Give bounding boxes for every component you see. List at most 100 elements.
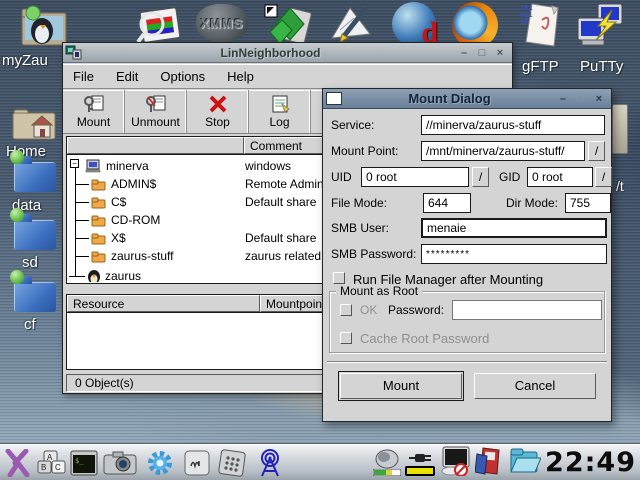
menu-help[interactable]: Help (227, 69, 254, 84)
power-plug-icon (407, 450, 433, 466)
dialog-maximize-button[interactable]: □ (575, 93, 587, 105)
mount-toolbar-button[interactable]: Mount (63, 90, 125, 133)
mounted-header-resource[interactable]: Resource (67, 295, 260, 312)
desktop-icon-dillo[interactable]: d (392, 2, 436, 46)
tree-comment-minerva: windows (245, 159, 291, 173)
share-folder-icon (91, 250, 107, 263)
dir-mode-input[interactable] (565, 193, 611, 213)
desktop-icon-myzaurus-label[interactable]: myZau (2, 52, 48, 69)
log-toolbar-button[interactable]: Log (249, 90, 311, 133)
dialog-close-button[interactable]: × (593, 93, 605, 105)
desktop-icon-gftp[interactable]: 101 011 10 (518, 2, 562, 51)
keypad-icon (217, 449, 247, 477)
taskbar-input-key-button[interactable] (182, 448, 212, 478)
desktop-icon-sd-label[interactable]: sd (22, 254, 38, 271)
taskbar-terminal-button[interactable]: $_ (69, 448, 99, 478)
desktop-icon-home[interactable] (12, 102, 58, 145)
linneighborhood-titlebar[interactable]: LinNeighborhood – □ × (63, 43, 512, 63)
stop-toolbar-button[interactable]: Stop (187, 90, 249, 133)
tree-row-minerva[interactable]: minerva (85, 157, 149, 175)
mount-button[interactable]: Mount (340, 373, 462, 399)
close-button[interactable]: × (494, 47, 506, 59)
root-password-input[interactable] (452, 300, 602, 320)
files-indicator[interactable] (507, 446, 541, 479)
share-folder-icon (91, 214, 107, 227)
share-folder-icon (91, 232, 107, 245)
tree-row-admin[interactable]: ADMIN$ (91, 175, 156, 193)
dialog-menu-button[interactable] (326, 92, 342, 105)
tree-expander-minus[interactable]: − (70, 159, 79, 168)
card-indicator[interactable] (475, 446, 503, 479)
root-ok-checkbox[interactable] (340, 304, 352, 316)
desktop-icon-cf-label[interactable]: cf (24, 316, 36, 333)
clock[interactable]: 22:49 (545, 447, 636, 478)
desktop-icon-cf[interactable] (14, 282, 56, 312)
smb-user-label: SMB User: (331, 221, 389, 235)
unmount-toolbar-label: Unmount (131, 115, 180, 129)
tree-row-zaurus[interactable]: zaurus (87, 267, 141, 282)
taskbar-settings-button[interactable] (141, 448, 179, 478)
uid-browse-button[interactable]: / (472, 167, 489, 187)
abc-keys-icon: A B C (36, 449, 66, 477)
file-mode-input[interactable] (423, 193, 471, 213)
service-input[interactable] (421, 115, 605, 135)
smb-password-input[interactable] (421, 244, 607, 264)
putty-icon (576, 2, 624, 48)
volume-indicator[interactable] (373, 449, 401, 476)
dialog-separator (327, 361, 607, 363)
dialog-minimize-button[interactable]: – (557, 93, 569, 105)
taskbar-wireless-button[interactable] (252, 448, 288, 478)
uid-label: UID (331, 170, 352, 184)
volume-bar (373, 469, 401, 476)
cancel-button[interactable]: Cancel (474, 373, 596, 399)
tree-row-x[interactable]: X$ (91, 229, 126, 247)
mount-point-input[interactable] (421, 141, 585, 161)
taskbar-x-button[interactable] (3, 448, 33, 478)
tree-comment-x: Default share (245, 231, 316, 245)
desktop-icon-xmms[interactable]: XMMS (196, 4, 248, 42)
desktop-icon-data[interactable] (14, 162, 56, 192)
mount-point-label: Mount Point: (331, 144, 398, 158)
mount-key-icon (83, 94, 105, 114)
network-computers-icon (65, 45, 83, 61)
gid-browse-button[interactable]: / (595, 167, 612, 187)
cache-root-password-checkbox[interactable] (340, 332, 352, 344)
gid-input[interactable] (527, 167, 593, 187)
smb-user-input[interactable] (421, 218, 607, 238)
desktop-icon-putty[interactable] (576, 2, 624, 51)
tree-row-zaurus-stuff[interactable]: zaurus-stuff (91, 247, 173, 265)
mount-dialog-titlebar[interactable]: Mount Dialog – □ × (323, 89, 611, 109)
run-file-manager-checkbox[interactable] (333, 272, 345, 284)
desktop-icon-putty-label[interactable]: PuTTy (580, 58, 623, 75)
service-label: Service: (331, 118, 374, 132)
uid-input[interactable] (361, 167, 469, 187)
power-indicator[interactable] (405, 450, 435, 476)
svg-text:C: C (55, 463, 61, 472)
taskbar-keypad-button[interactable] (215, 448, 249, 478)
tree-header-name[interactable] (67, 137, 244, 154)
desktop-icon-gftp-label[interactable]: gFTP (522, 58, 559, 75)
menu-edit[interactable]: Edit (116, 69, 138, 84)
tree-row-cdrom[interactable]: CD-ROM (91, 211, 160, 229)
tree-comment-zaurus-stuff: zaurus related (245, 249, 321, 263)
window-title: LinNeighborhood (83, 46, 458, 60)
menu-options[interactable]: Options (160, 69, 205, 84)
partial-desktop-icon[interactable] (612, 104, 628, 154)
tree-row-c[interactable]: C$ (91, 193, 126, 211)
taskbar-keyboard-button[interactable]: A B C (36, 448, 66, 478)
cf-folder-icon (14, 282, 56, 312)
mount-point-browse-button[interactable]: / (588, 141, 605, 161)
maximize-button[interactable]: □ (476, 47, 488, 59)
menu-file[interactable]: File (73, 69, 94, 84)
screen-off-icon (439, 446, 471, 476)
root-ok-label: OK (360, 303, 377, 317)
desktop-icon-sd[interactable] (14, 220, 56, 250)
cache-root-password-label: Cache Root Password (360, 331, 489, 346)
taskbar-screenshot-button[interactable] (102, 448, 138, 478)
minimize-button[interactable]: – (458, 47, 470, 59)
taskbar: A B C $_ (0, 444, 640, 480)
display-indicator[interactable] (439, 446, 471, 479)
desktop-icon-myzaurus[interactable] (20, 3, 68, 52)
dir-mode-label: Dir Mode: (506, 196, 558, 210)
unmount-toolbar-button[interactable]: Unmount (125, 90, 187, 133)
